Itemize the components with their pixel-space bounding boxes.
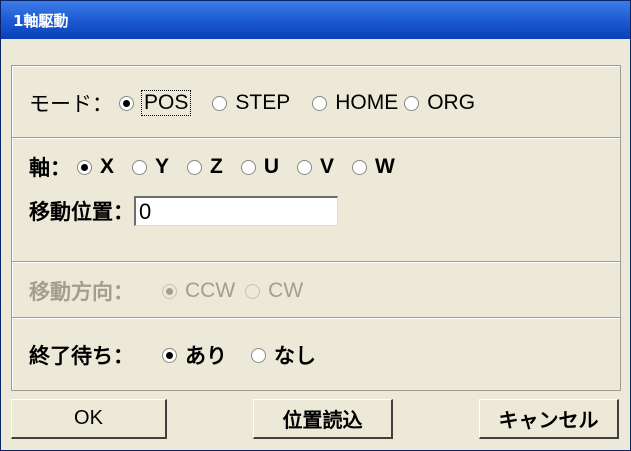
- mode-option-label: POS: [140, 90, 192, 116]
- mode-option-label: HOME: [335, 91, 399, 114]
- direction-option-cw[interactable]: CW: [245, 279, 303, 303]
- position-input[interactable]: 0: [134, 196, 338, 226]
- mode-option-label: STEP: [235, 91, 291, 114]
- radio-unchecked-icon[interactable]: [132, 159, 148, 175]
- radio-unchecked-icon[interactable]: [251, 347, 266, 363]
- mode-option-step[interactable]: STEP: [212, 91, 290, 115]
- direction-label: 移動方向：: [29, 280, 134, 304]
- radio-unchecked-icon[interactable]: [312, 95, 328, 111]
- direction-option-label: CW: [268, 279, 304, 302]
- mode-option-pos[interactable]: POS: [119, 90, 192, 116]
- ok-button[interactable]: OK: [11, 399, 167, 439]
- axis-option-v[interactable]: V: [297, 155, 334, 179]
- read-position-button[interactable]: 位置読込: [253, 399, 393, 439]
- axis-option-label: X: [100, 155, 115, 178]
- radio-checked-icon[interactable]: [119, 95, 134, 111]
- axis-option-label: Y: [155, 155, 170, 178]
- mode-option-home[interactable]: HOME: [312, 91, 398, 115]
- direction-group: 移動方向： CCW CW: [11, 261, 621, 319]
- cancel-button[interactable]: キャンセル: [479, 399, 619, 439]
- axis-option-z[interactable]: Z: [187, 155, 223, 179]
- mode-option-label: ORG: [427, 91, 476, 114]
- window-title: 1軸駆動: [13, 12, 69, 30]
- radio-checked-icon[interactable]: [162, 347, 177, 363]
- radio-checked-icon[interactable]: [77, 159, 92, 175]
- wait-option-label: なし: [274, 344, 316, 368]
- axis-option-x[interactable]: X: [77, 155, 114, 179]
- mode-label: モード：: [29, 92, 113, 116]
- axis-option-label: V: [320, 155, 335, 178]
- direction-option-ccw[interactable]: CCW: [162, 279, 235, 303]
- axis-option-w[interactable]: W: [352, 155, 395, 179]
- mode-group: モード： POS STEP HOME ORG: [11, 65, 621, 139]
- axis-option-y[interactable]: Y: [132, 155, 169, 179]
- wait-label: 終了待ち：: [29, 344, 134, 368]
- wait-option-label: あり: [185, 344, 227, 368]
- radio-unchecked-icon[interactable]: [245, 283, 261, 299]
- wait-option-yes[interactable]: あり: [162, 340, 227, 370]
- radio-unchecked-icon[interactable]: [404, 95, 420, 111]
- wait-group: 終了待ち： あり なし: [11, 317, 621, 391]
- axis-option-label: U: [263, 155, 280, 178]
- radio-unchecked-icon[interactable]: [352, 159, 368, 175]
- radio-unchecked-icon[interactable]: [297, 159, 313, 175]
- radio-unchecked-icon[interactable]: [240, 159, 256, 175]
- title-bar[interactable]: 1軸駆動: [1, 1, 630, 39]
- radio-unchecked-icon[interactable]: [187, 159, 203, 175]
- axis-option-label: Z: [210, 155, 223, 178]
- axis-group: 軸： X Y Z U V W 移動位置： 0: [11, 137, 621, 263]
- axis-option-u[interactable]: U: [240, 155, 280, 179]
- mode-option-org[interactable]: ORG: [404, 91, 475, 115]
- axis-label: 軸：: [29, 156, 71, 180]
- wait-option-no[interactable]: なし: [251, 340, 316, 370]
- radio-unchecked-icon[interactable]: [212, 95, 228, 111]
- axis-option-label: W: [375, 155, 395, 178]
- direction-option-label: CCW: [185, 279, 236, 302]
- radio-checked-icon[interactable]: [162, 283, 177, 299]
- dialog-window: 1軸駆動 モード： POS STEP HOME ORG 軸： X Y Z U V…: [0, 0, 631, 451]
- position-label: 移動位置：: [29, 200, 134, 224]
